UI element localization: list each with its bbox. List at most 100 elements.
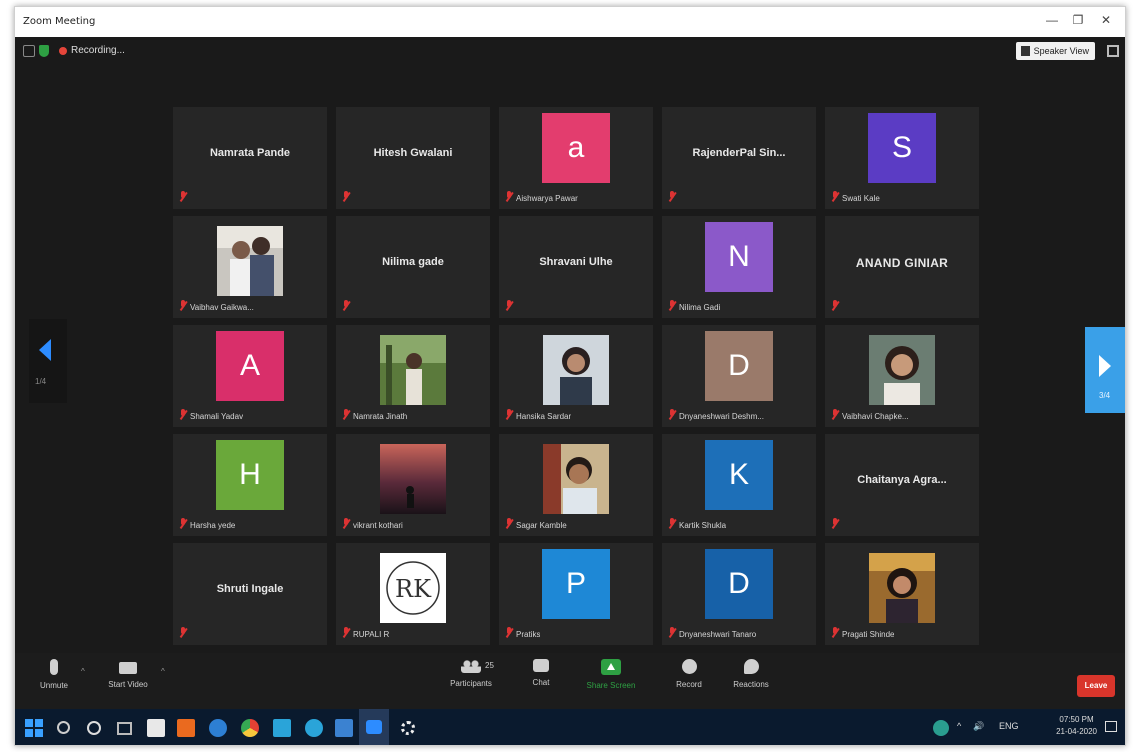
participant-tile[interactable]: A Shamali Yadav: [173, 325, 327, 427]
tray-chevron-icon[interactable]: ^: [957, 721, 961, 731]
participant-label: Nilima Gadi: [679, 303, 721, 312]
record-button[interactable]: Record: [654, 659, 724, 689]
microphone-muted-icon: [505, 627, 513, 638]
audio-options-chevron-icon[interactable]: ^: [81, 667, 85, 676]
participant-tile[interactable]: D Dnyaneshwari Deshm...: [662, 325, 816, 427]
edge-icon[interactable]: [209, 719, 227, 737]
notification-icon[interactable]: [1105, 721, 1117, 732]
windows-start-icon[interactable]: [25, 719, 43, 737]
settings-icon[interactable]: [401, 721, 415, 735]
chat-label: Chat: [532, 678, 550, 687]
participant-label: Pratiks: [516, 630, 541, 639]
microphone-muted-icon: [831, 518, 839, 529]
reactions-button[interactable]: Reactions: [716, 659, 786, 689]
participant-tile[interactable]: RK RUPALI R: [336, 543, 490, 645]
participant-tile[interactable]: Nilima gade: [336, 216, 490, 318]
previous-page-button[interactable]: 1/4: [29, 319, 67, 403]
participants-button[interactable]: Participants: [436, 659, 506, 688]
leave-button[interactable]: Leave: [1077, 675, 1115, 697]
office-icon[interactable]: [177, 719, 195, 737]
app-icon[interactable]: [335, 719, 353, 737]
microphone-muted-icon: [831, 409, 839, 420]
store-icon[interactable]: [147, 719, 165, 737]
speaker-view-button[interactable]: Speaker View: [1015, 42, 1095, 60]
chat-button[interactable]: Chat: [506, 659, 576, 687]
shield-icon[interactable]: [39, 45, 49, 57]
profile-photo: [217, 226, 283, 296]
fullscreen-icon[interactable]: [1107, 45, 1119, 57]
participant-tile[interactable]: Hitesh Gwalani: [336, 107, 490, 209]
network-icon[interactable]: 🔊: [973, 721, 984, 732]
page-indicator: 1/4: [35, 377, 47, 386]
telegram-icon[interactable]: [305, 719, 323, 737]
participant-tile[interactable]: D Dnyaneshwari Tanaro: [662, 543, 816, 645]
profile-photo: [543, 444, 609, 514]
microphone-muted-icon: [342, 409, 350, 420]
reactions-icon: [743, 659, 759, 674]
record-icon: [681, 659, 697, 674]
language-indicator[interactable]: ENG: [999, 721, 1019, 731]
participant-tile[interactable]: Shruti Ingale: [173, 543, 327, 645]
avatar-initial: H: [216, 440, 284, 510]
system-clock[interactable]: 07:50 PM 21-04-2020: [1056, 714, 1097, 738]
share-screen-button[interactable]: Share Screen: [576, 659, 646, 690]
video-options-chevron-icon[interactable]: ^: [161, 667, 165, 676]
participant-tile[interactable]: a Aishwarya Pawar: [499, 107, 653, 209]
participant-tile[interactable]: Namrata Pande: [173, 107, 327, 209]
task-view-icon[interactable]: [117, 722, 132, 735]
share-screen-label: Share Screen: [586, 681, 636, 690]
participant-tile[interactable]: H Harsha yede: [173, 434, 327, 536]
participant-name: Chaitanya Agra...: [857, 474, 947, 486]
participant-tile[interactable]: Sagar Kamble: [499, 434, 653, 536]
participant-tile[interactable]: Pragati Shinde: [825, 543, 979, 645]
participant-tile[interactable]: Vaibhav Gaikwa...: [173, 216, 327, 318]
chrome-icon[interactable]: [241, 719, 259, 737]
participant-tile[interactable]: vikrant kothari: [336, 434, 490, 536]
participant-tile[interactable]: N Nilima Gadi: [662, 216, 816, 318]
participant-name: Namrata Pande: [209, 147, 291, 159]
record-label: Record: [676, 680, 702, 689]
zoom-taskbar-icon[interactable]: [359, 709, 389, 745]
participant-tile[interactable]: P Pratiks: [499, 543, 653, 645]
microphone-muted-icon: [179, 300, 187, 311]
cortana-icon[interactable]: [87, 721, 101, 735]
participant-name: Nilima gade: [382, 256, 444, 268]
participant-name: Shravani Ulhe: [539, 256, 613, 268]
meeting-info-icon[interactable]: [23, 45, 35, 57]
meeting-top-bar: Recording... Speaker View: [15, 37, 1125, 65]
profile-photo: [869, 553, 935, 623]
avatar-initial: A: [216, 331, 284, 401]
participant-name: Hitesh Gwalani: [373, 147, 453, 159]
participant-label: Swati Kale: [842, 194, 880, 203]
search-icon[interactable]: [57, 721, 70, 734]
microphone-muted-icon: [342, 518, 350, 529]
app-icon[interactable]: [273, 719, 291, 737]
participant-tile[interactable]: Chaitanya Agra...: [825, 434, 979, 536]
next-page-button[interactable]: 3/4: [1085, 327, 1125, 413]
microphone-muted-icon: [50, 659, 58, 675]
participant-tile[interactable]: Vaibhavi Chapke...: [825, 325, 979, 427]
microphone-muted-icon: [342, 300, 350, 311]
people-icon[interactable]: [933, 720, 949, 736]
chat-icon: [533, 659, 549, 672]
participant-tile[interactable]: Namrata Jinath: [336, 325, 490, 427]
speaker-view-label: Speaker View: [1033, 46, 1089, 56]
close-button[interactable]: ✕: [1095, 13, 1117, 27]
start-video-button[interactable]: Start Video: [93, 659, 163, 689]
participant-tile[interactable]: S Swati Kale: [825, 107, 979, 209]
participant-tile[interactable]: ANAND GINIAR: [825, 216, 979, 318]
participant-tile[interactable]: RajenderPal Sin...: [662, 107, 816, 209]
participant-label: Hansika Sardar: [516, 412, 572, 421]
unmute-button[interactable]: Unmute: [19, 659, 89, 690]
restore-button[interactable]: ❐: [1067, 13, 1089, 27]
participant-tile[interactable]: Shravani Ulhe: [499, 216, 653, 318]
unmute-label: Unmute: [39, 681, 68, 690]
chevron-right-icon: [1099, 355, 1111, 377]
profile-photo: [380, 444, 446, 514]
participant-tile[interactable]: Hansika Sardar: [499, 325, 653, 427]
microphone-muted-icon: [179, 627, 187, 638]
microphone-muted-icon: [179, 191, 187, 202]
grid-icon: [1020, 46, 1030, 56]
minimize-button[interactable]: —: [1041, 13, 1063, 27]
participant-tile[interactable]: K Kartik Shukla: [662, 434, 816, 536]
